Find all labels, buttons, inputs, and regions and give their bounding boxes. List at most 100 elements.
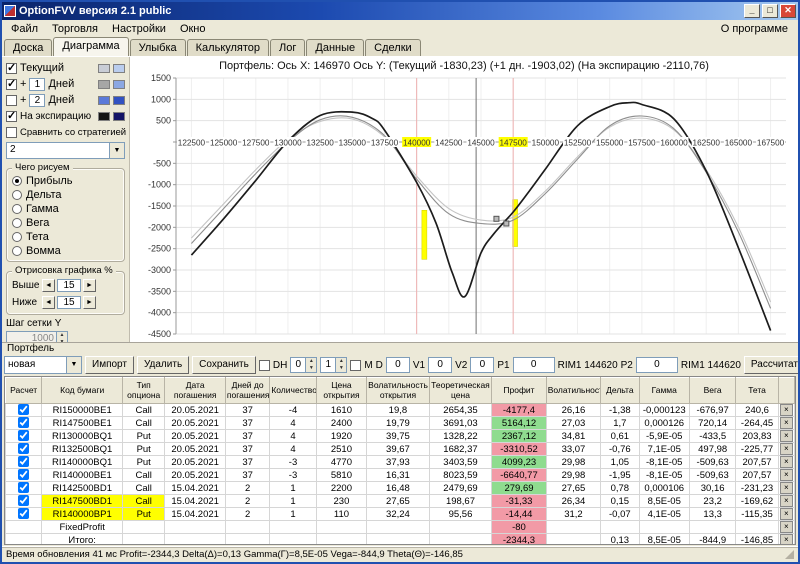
menu-settings[interactable]: Настройки xyxy=(105,22,173,36)
column-header[interactable]: Вега xyxy=(689,378,735,404)
spinner-arrows-icon[interactable]: ▲▼ xyxy=(56,332,67,342)
plus2-days-input[interactable] xyxy=(29,94,45,107)
column-header[interactable]: Код бумаги xyxy=(42,378,123,404)
spinner-arrows-icon[interactable]: ▲▼ xyxy=(305,358,316,372)
above-decrement-icon[interactable]: ◄ xyxy=(42,279,55,292)
row-calc-checkbox[interactable] xyxy=(18,482,29,493)
dh-checkbox[interactable] xyxy=(259,360,270,371)
column-header[interactable] xyxy=(778,378,794,404)
row-delete-button[interactable]: × xyxy=(780,521,793,533)
chevron-down-icon[interactable]: ▼ xyxy=(109,143,124,158)
plus1-series-checkbox[interactable] xyxy=(6,79,17,90)
radio-vega[interactable] xyxy=(12,218,22,228)
dh-spinner-1[interactable]: 0▲▼ xyxy=(290,357,317,373)
column-header[interactable]: Гамма xyxy=(639,378,689,404)
strategy-select[interactable]: 2 ▼ xyxy=(6,142,125,159)
plus1-color-swatch-2[interactable] xyxy=(113,80,125,89)
column-header[interactable]: Дней до погашения xyxy=(225,378,269,404)
plus2-color-swatch-2[interactable] xyxy=(113,96,125,105)
row-delete-button[interactable]: × xyxy=(780,404,793,416)
radio-gamma[interactable] xyxy=(12,204,22,214)
column-header[interactable]: Волатильность xyxy=(546,378,600,404)
spinner-arrows-icon[interactable]: ▲▼ xyxy=(335,358,346,372)
column-header[interactable]: Расчет xyxy=(6,378,42,404)
row-delete-button[interactable]: × xyxy=(780,443,793,455)
radio-theta[interactable] xyxy=(12,232,22,242)
column-header[interactable]: Количество xyxy=(270,378,316,404)
plus1-days-input[interactable] xyxy=(29,78,45,91)
row-calc-checkbox[interactable] xyxy=(18,417,29,428)
tab-deals[interactable]: Сделки xyxy=(365,39,421,56)
row-delete-button[interactable]: × xyxy=(780,534,793,545)
calc-margin-button[interactable]: Рассчитать ГО xyxy=(744,356,800,374)
column-header[interactable]: Профит xyxy=(492,378,546,404)
expiration-color-swatch-2[interactable] xyxy=(113,112,125,121)
import-button[interactable]: Импорт xyxy=(85,356,134,374)
row-delete-button[interactable]: × xyxy=(780,508,793,520)
above-value[interactable]: 15 xyxy=(57,279,81,292)
portfolio-name-select[interactable]: новая ▼ xyxy=(4,356,82,374)
chevron-down-icon[interactable]: ▼ xyxy=(66,357,81,373)
row-delete-button[interactable]: × xyxy=(780,430,793,442)
grid-step-stepper[interactable]: 1000 ▲▼ xyxy=(6,331,68,342)
tab-board[interactable]: Доска xyxy=(4,39,52,56)
menu-file[interactable]: Файл xyxy=(4,22,45,36)
column-header[interactable]: Цена открытия xyxy=(316,378,366,404)
expiration-color-swatch-1[interactable] xyxy=(98,112,110,121)
tab-smile[interactable]: Улыбка xyxy=(130,39,186,56)
below-value[interactable]: 15 xyxy=(57,296,81,309)
delete-button[interactable]: Удалить xyxy=(137,356,189,374)
column-header[interactable]: Тип опциона xyxy=(123,378,165,404)
maximize-button[interactable]: □ xyxy=(762,4,778,18)
current-series-checkbox[interactable] xyxy=(6,63,17,74)
current-color-swatch-1[interactable] xyxy=(98,64,110,73)
row-delete-button[interactable]: × xyxy=(780,456,793,468)
column-header[interactable]: Дата погашения xyxy=(165,378,226,404)
row-calc-checkbox[interactable] xyxy=(18,404,29,415)
menu-window[interactable]: Окно xyxy=(173,22,213,36)
row-delete-button[interactable]: × xyxy=(780,469,793,481)
menu-about[interactable]: О программе xyxy=(713,22,796,36)
row-calc-checkbox[interactable] xyxy=(18,456,29,467)
row-delete-button[interactable]: × xyxy=(780,495,793,507)
column-header[interactable]: Волатильность открытия xyxy=(367,378,430,404)
close-button[interactable]: ✕ xyxy=(780,4,796,18)
plus2-series-checkbox[interactable] xyxy=(6,95,17,106)
column-header[interactable]: Теоретическая цена xyxy=(429,378,492,404)
p1-field[interactable]: 0 xyxy=(513,357,555,373)
resize-grip-icon[interactable] xyxy=(785,550,794,559)
column-header[interactable]: Дельта xyxy=(601,378,639,404)
dh-spinner-2[interactable]: 1▲▼ xyxy=(320,357,347,373)
column-header[interactable]: Тета xyxy=(736,378,778,404)
tab-data[interactable]: Данные xyxy=(306,39,364,56)
plus2-color-swatch-1[interactable] xyxy=(98,96,110,105)
tab-diagram[interactable]: Диаграмма xyxy=(53,37,128,56)
menu-trading[interactable]: Торговля xyxy=(45,22,105,36)
tab-log[interactable]: Лог xyxy=(270,39,305,56)
p2-field[interactable]: 0 xyxy=(636,357,678,373)
minimize-button[interactable]: _ xyxy=(744,4,760,18)
d-field[interactable]: 0 xyxy=(386,357,410,373)
radio-vomma[interactable] xyxy=(12,246,22,256)
row-calc-checkbox[interactable] xyxy=(18,430,29,441)
profit-chart[interactable]: 15001000500-500-1000-1500-2000-2500-3000… xyxy=(130,74,798,342)
row-calc-checkbox[interactable] xyxy=(18,469,29,480)
radio-delta[interactable] xyxy=(12,190,22,200)
v2-field[interactable]: 0 xyxy=(470,357,494,373)
current-color-swatch-2[interactable] xyxy=(113,64,125,73)
compare-strategy-checkbox[interactable] xyxy=(6,127,17,138)
row-calc-checkbox[interactable] xyxy=(18,508,29,519)
plus1-color-swatch-1[interactable] xyxy=(98,80,110,89)
below-decrement-icon[interactable]: ◄ xyxy=(42,296,55,309)
m-checkbox[interactable] xyxy=(350,360,361,371)
expiration-series-checkbox[interactable] xyxy=(6,111,17,122)
v1-field[interactable]: 0 xyxy=(428,357,452,373)
row-delete-button[interactable]: × xyxy=(780,482,793,494)
below-increment-icon[interactable]: ► xyxy=(83,296,96,309)
row-delete-button[interactable]: × xyxy=(780,417,793,429)
tab-calculator[interactable]: Калькулятор xyxy=(187,39,269,56)
radio-profit[interactable] xyxy=(12,176,22,186)
row-calc-checkbox[interactable] xyxy=(18,495,29,506)
row-calc-checkbox[interactable] xyxy=(18,443,29,454)
save-button[interactable]: Сохранить xyxy=(192,356,256,374)
